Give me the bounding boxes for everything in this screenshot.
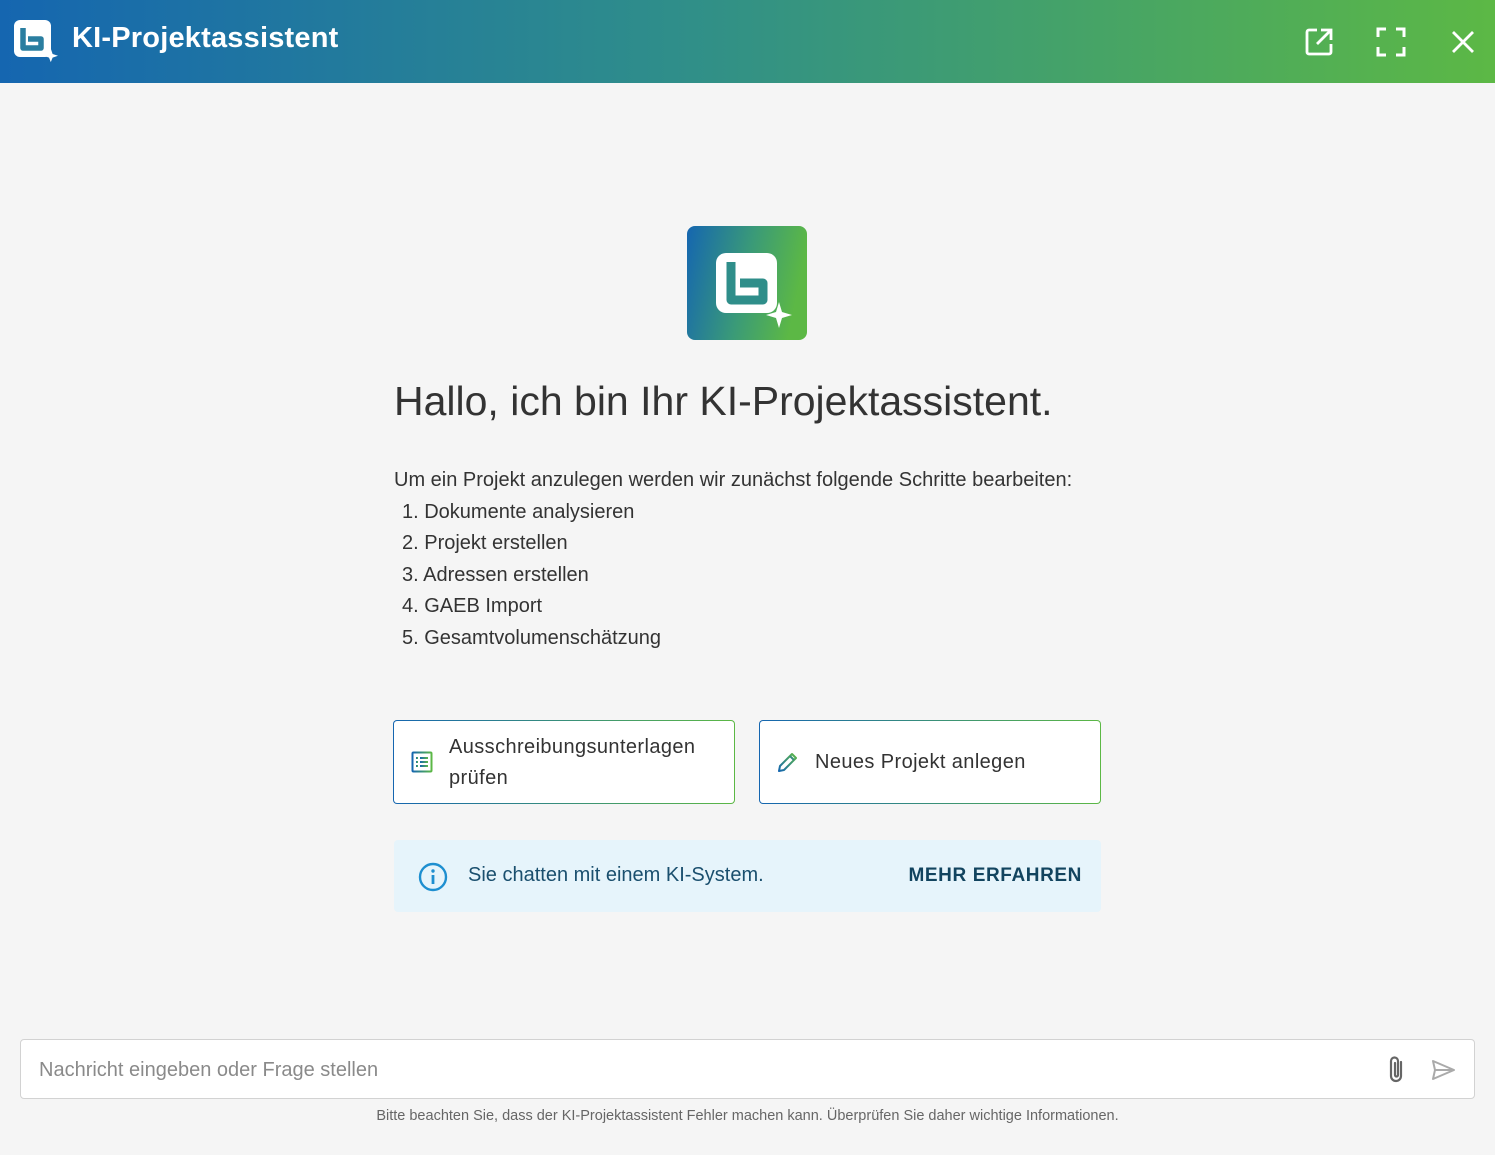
fullscreen-icon — [1376, 27, 1406, 57]
open-in-new-icon — [1305, 28, 1333, 56]
list-item: 1. Dokumente analysieren — [402, 500, 635, 523]
message-composer — [20, 1039, 1475, 1099]
action-label: Neues Projekt anlegen — [815, 751, 1026, 773]
list-item: 2. Projekt erstellen — [402, 532, 568, 554]
list-item: 5. Gesamtvolumenschätzung — [402, 626, 662, 649]
assistant-logo-icon — [687, 226, 807, 340]
fullscreen-button[interactable] — [1371, 22, 1411, 62]
review-tender-documents-button[interactable]: Ausschreibungsunterlagen prüfen — [393, 720, 735, 804]
popout-button[interactable] — [1299, 22, 1339, 62]
paperclip-icon[interactable] — [1383, 1055, 1411, 1085]
title-bar: KI-Projektassistent — [0, 0, 1495, 83]
assistant-logo-icon — [14, 20, 58, 63]
close-icon — [1452, 31, 1474, 53]
window-title: KI-Projektassistent — [72, 22, 339, 54]
ai-notice-text: Sie chatten mit einem KI-System. — [468, 864, 764, 886]
greeting-heading: Hallo, ich bin Ihr KI-Projektassistent. — [394, 378, 1053, 424]
disclaimer-text: Bitte beachten Sie, dass der KI-Projekta… — [376, 1108, 1119, 1124]
intro-text-block: Um ein Projekt anzulegen werden wir zunä… — [394, 465, 1074, 654]
list-item: 3. Adressen erstellen — [402, 563, 589, 586]
ai-notice-banner: Sie chatten mit einem KI-System. MEHR ER… — [394, 840, 1101, 912]
message-input[interactable] — [39, 1054, 1359, 1086]
learn-more-link[interactable]: MEHR ERFAHREN — [908, 865, 1082, 887]
intro-text: Um ein Projekt anzulegen werden wir zunä… — [394, 469, 1073, 491]
list-item: 4. GAEB Import — [402, 595, 543, 617]
info-icon — [418, 862, 448, 892]
new-project-button[interactable]: Neues Projekt anlegen — [759, 720, 1101, 804]
close-button[interactable] — [1443, 22, 1483, 62]
action-label: Ausschreibungsunterlagen prüfen — [449, 736, 696, 789]
send-icon[interactable] — [1429, 1056, 1457, 1084]
pencil-icon — [778, 753, 797, 772]
steps-list: 1. Dokumente analysieren 2. Projekt erst… — [394, 497, 1074, 655]
document-list-icon — [411, 751, 433, 773]
